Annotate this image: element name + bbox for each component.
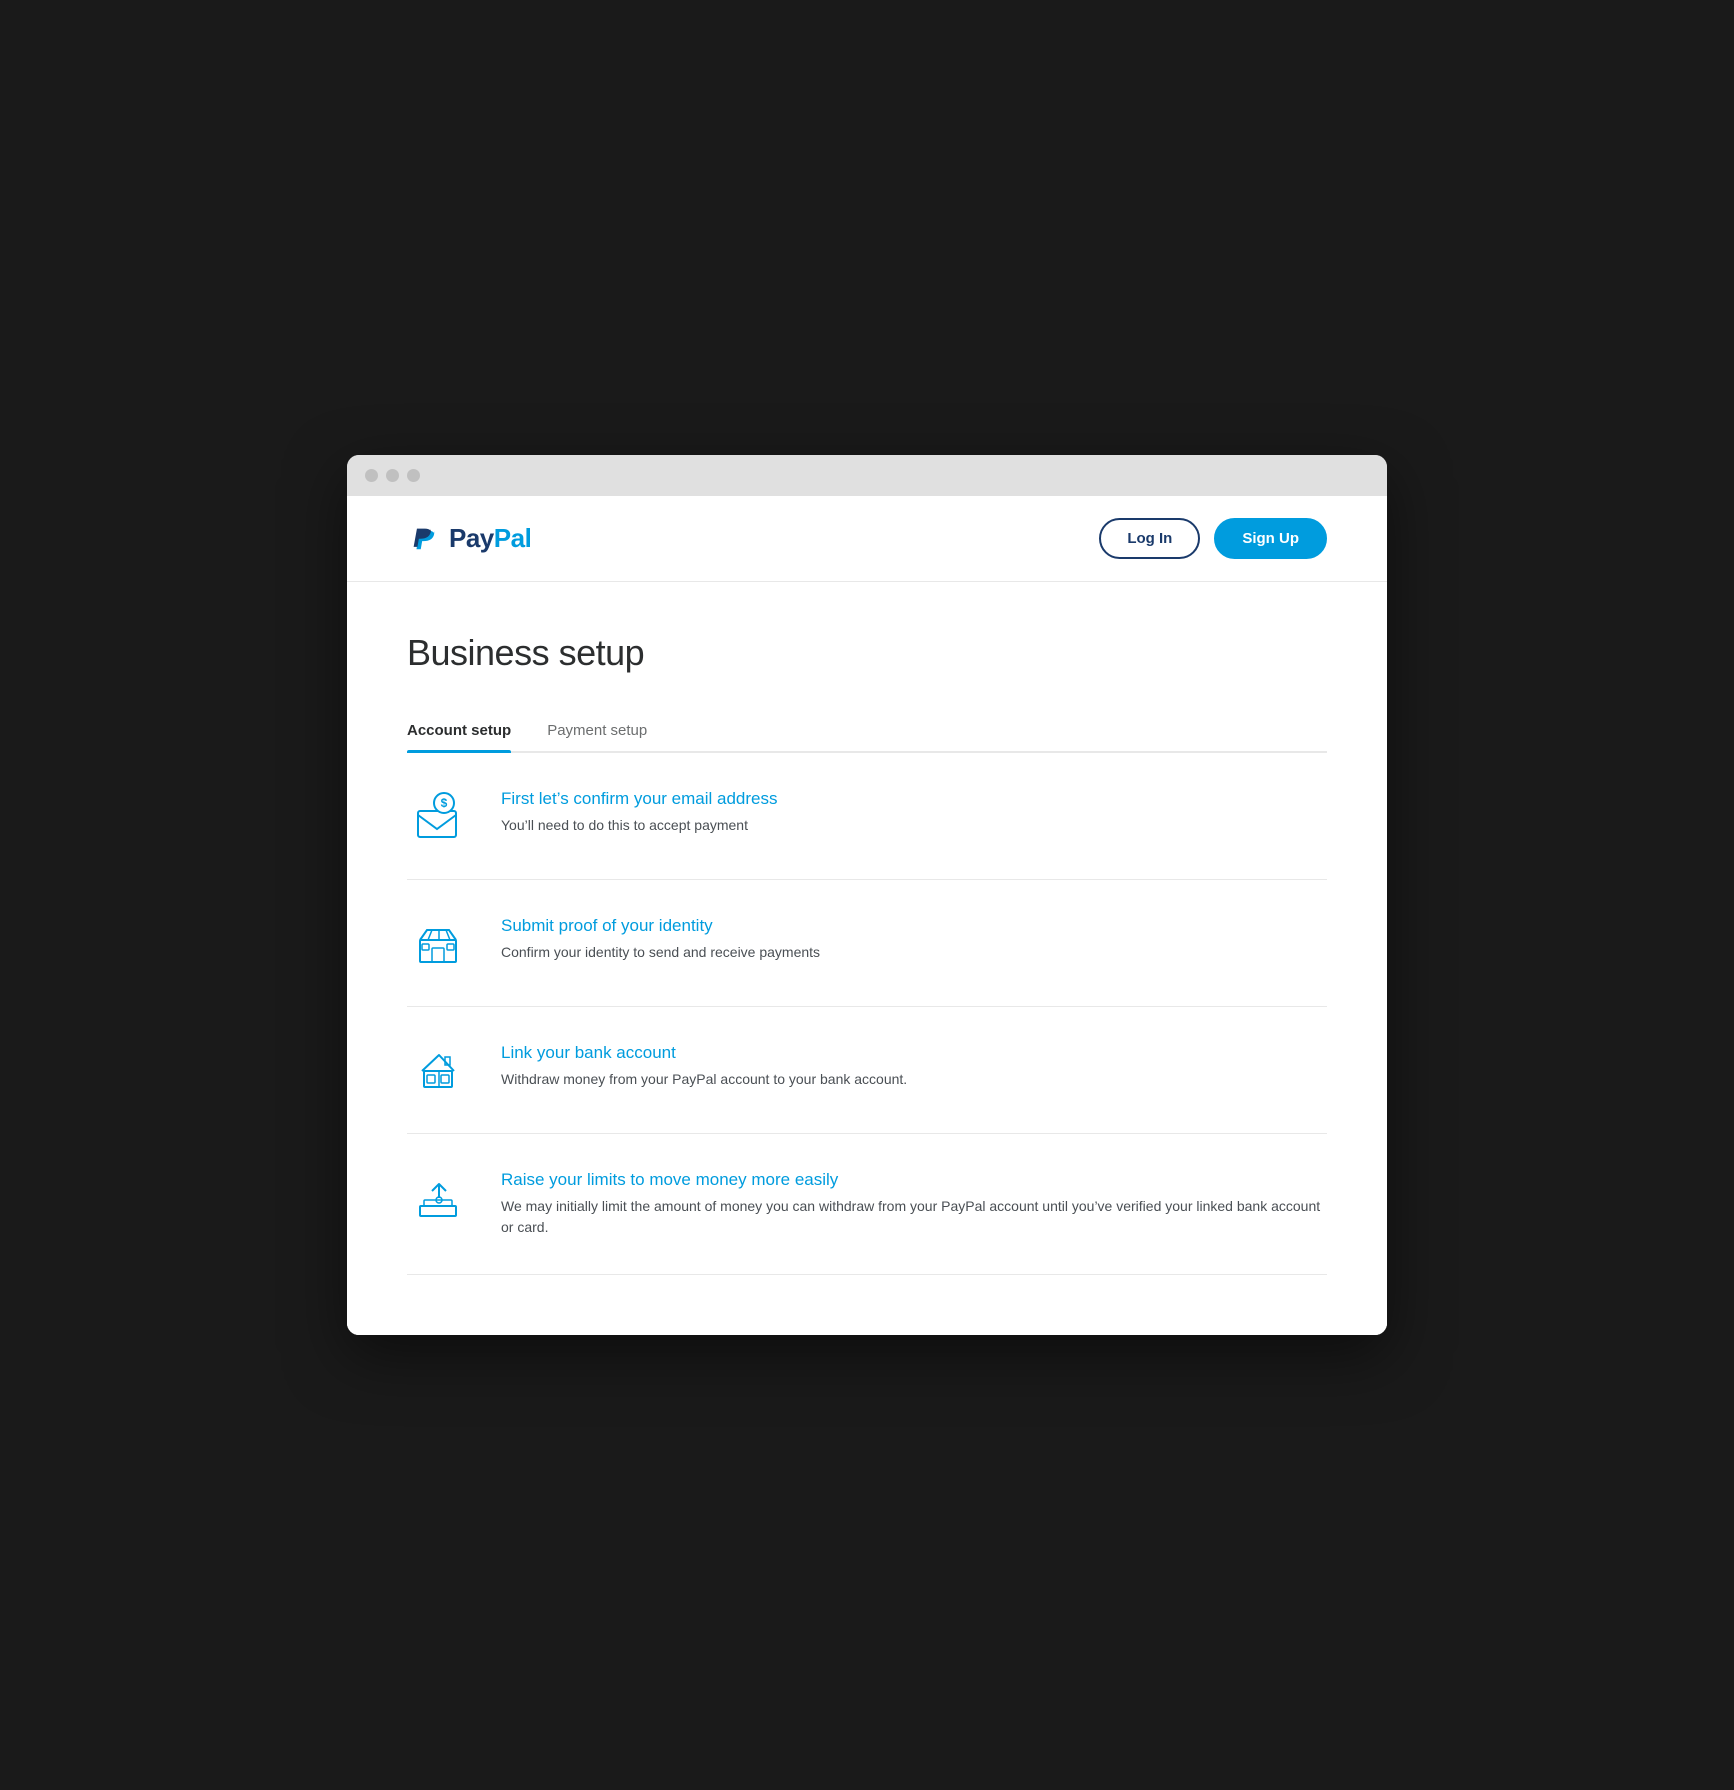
tab-account-setup[interactable]: Account setup xyxy=(407,710,511,751)
browser-titlebar xyxy=(347,455,1387,496)
browser-window: PayPal Log In Sign Up Business setup Acc… xyxy=(347,455,1387,1335)
browser-content: PayPal Log In Sign Up Business setup Acc… xyxy=(347,496,1387,1335)
browser-dot-yellow xyxy=(386,469,399,482)
setup-desc-limits: We may initially limit the amount of mon… xyxy=(501,1196,1327,1238)
setup-item-email: $ First let’s confirm your email address… xyxy=(407,753,1327,880)
browser-dot-green xyxy=(407,469,420,482)
paypal-pay-text: Pay xyxy=(449,523,494,553)
setup-title-email[interactable]: First let’s confirm your email address xyxy=(501,789,1327,809)
site-header: PayPal Log In Sign Up xyxy=(347,496,1387,582)
setup-desc-email: You’ll need to do this to accept payment xyxy=(501,815,1327,836)
setup-text-bank: Link your bank account Withdraw money fr… xyxy=(501,1043,1327,1090)
bank-icon xyxy=(407,1043,471,1097)
signup-button[interactable]: Sign Up xyxy=(1214,518,1327,559)
setup-title-bank[interactable]: Link your bank account xyxy=(501,1043,1327,1063)
paypal-wordmark: PayPal xyxy=(449,523,531,554)
setup-text-email: First let’s confirm your email address Y… xyxy=(501,789,1327,836)
setup-desc-bank: Withdraw money from your PayPal account … xyxy=(501,1069,1327,1090)
setup-title-identity[interactable]: Submit proof of your identity xyxy=(501,916,1327,936)
setup-item-limits: Raise your limits to move money more eas… xyxy=(407,1134,1327,1275)
svg-text:$: $ xyxy=(441,796,448,810)
login-button[interactable]: Log In xyxy=(1099,518,1200,559)
tabs-nav: Account setup Payment setup xyxy=(407,710,1327,753)
tab-payment-setup[interactable]: Payment setup xyxy=(547,710,647,751)
paypal-pal-text: Pal xyxy=(494,523,532,553)
store-icon xyxy=(407,916,471,970)
limits-icon xyxy=(407,1170,471,1224)
email-icon: $ xyxy=(407,789,471,843)
setup-title-limits[interactable]: Raise your limits to move money more eas… xyxy=(501,1170,1327,1190)
setup-text-identity: Submit proof of your identity Confirm yo… xyxy=(501,916,1327,963)
setup-list: $ First let’s confirm your email address… xyxy=(407,753,1327,1275)
paypal-logo: PayPal xyxy=(407,521,531,557)
browser-dot-red xyxy=(365,469,378,482)
setup-item-bank: Link your bank account Withdraw money fr… xyxy=(407,1007,1327,1134)
setup-desc-identity: Confirm your identity to send and receiv… xyxy=(501,942,1327,963)
paypal-p-icon xyxy=(407,521,443,557)
page-title: Business setup xyxy=(407,632,1327,674)
main-content: Business setup Account setup Payment set… xyxy=(347,582,1387,1335)
setup-item-identity: Submit proof of your identity Confirm yo… xyxy=(407,880,1327,1007)
setup-text-limits: Raise your limits to move money more eas… xyxy=(501,1170,1327,1238)
header-buttons: Log In Sign Up xyxy=(1099,518,1327,559)
